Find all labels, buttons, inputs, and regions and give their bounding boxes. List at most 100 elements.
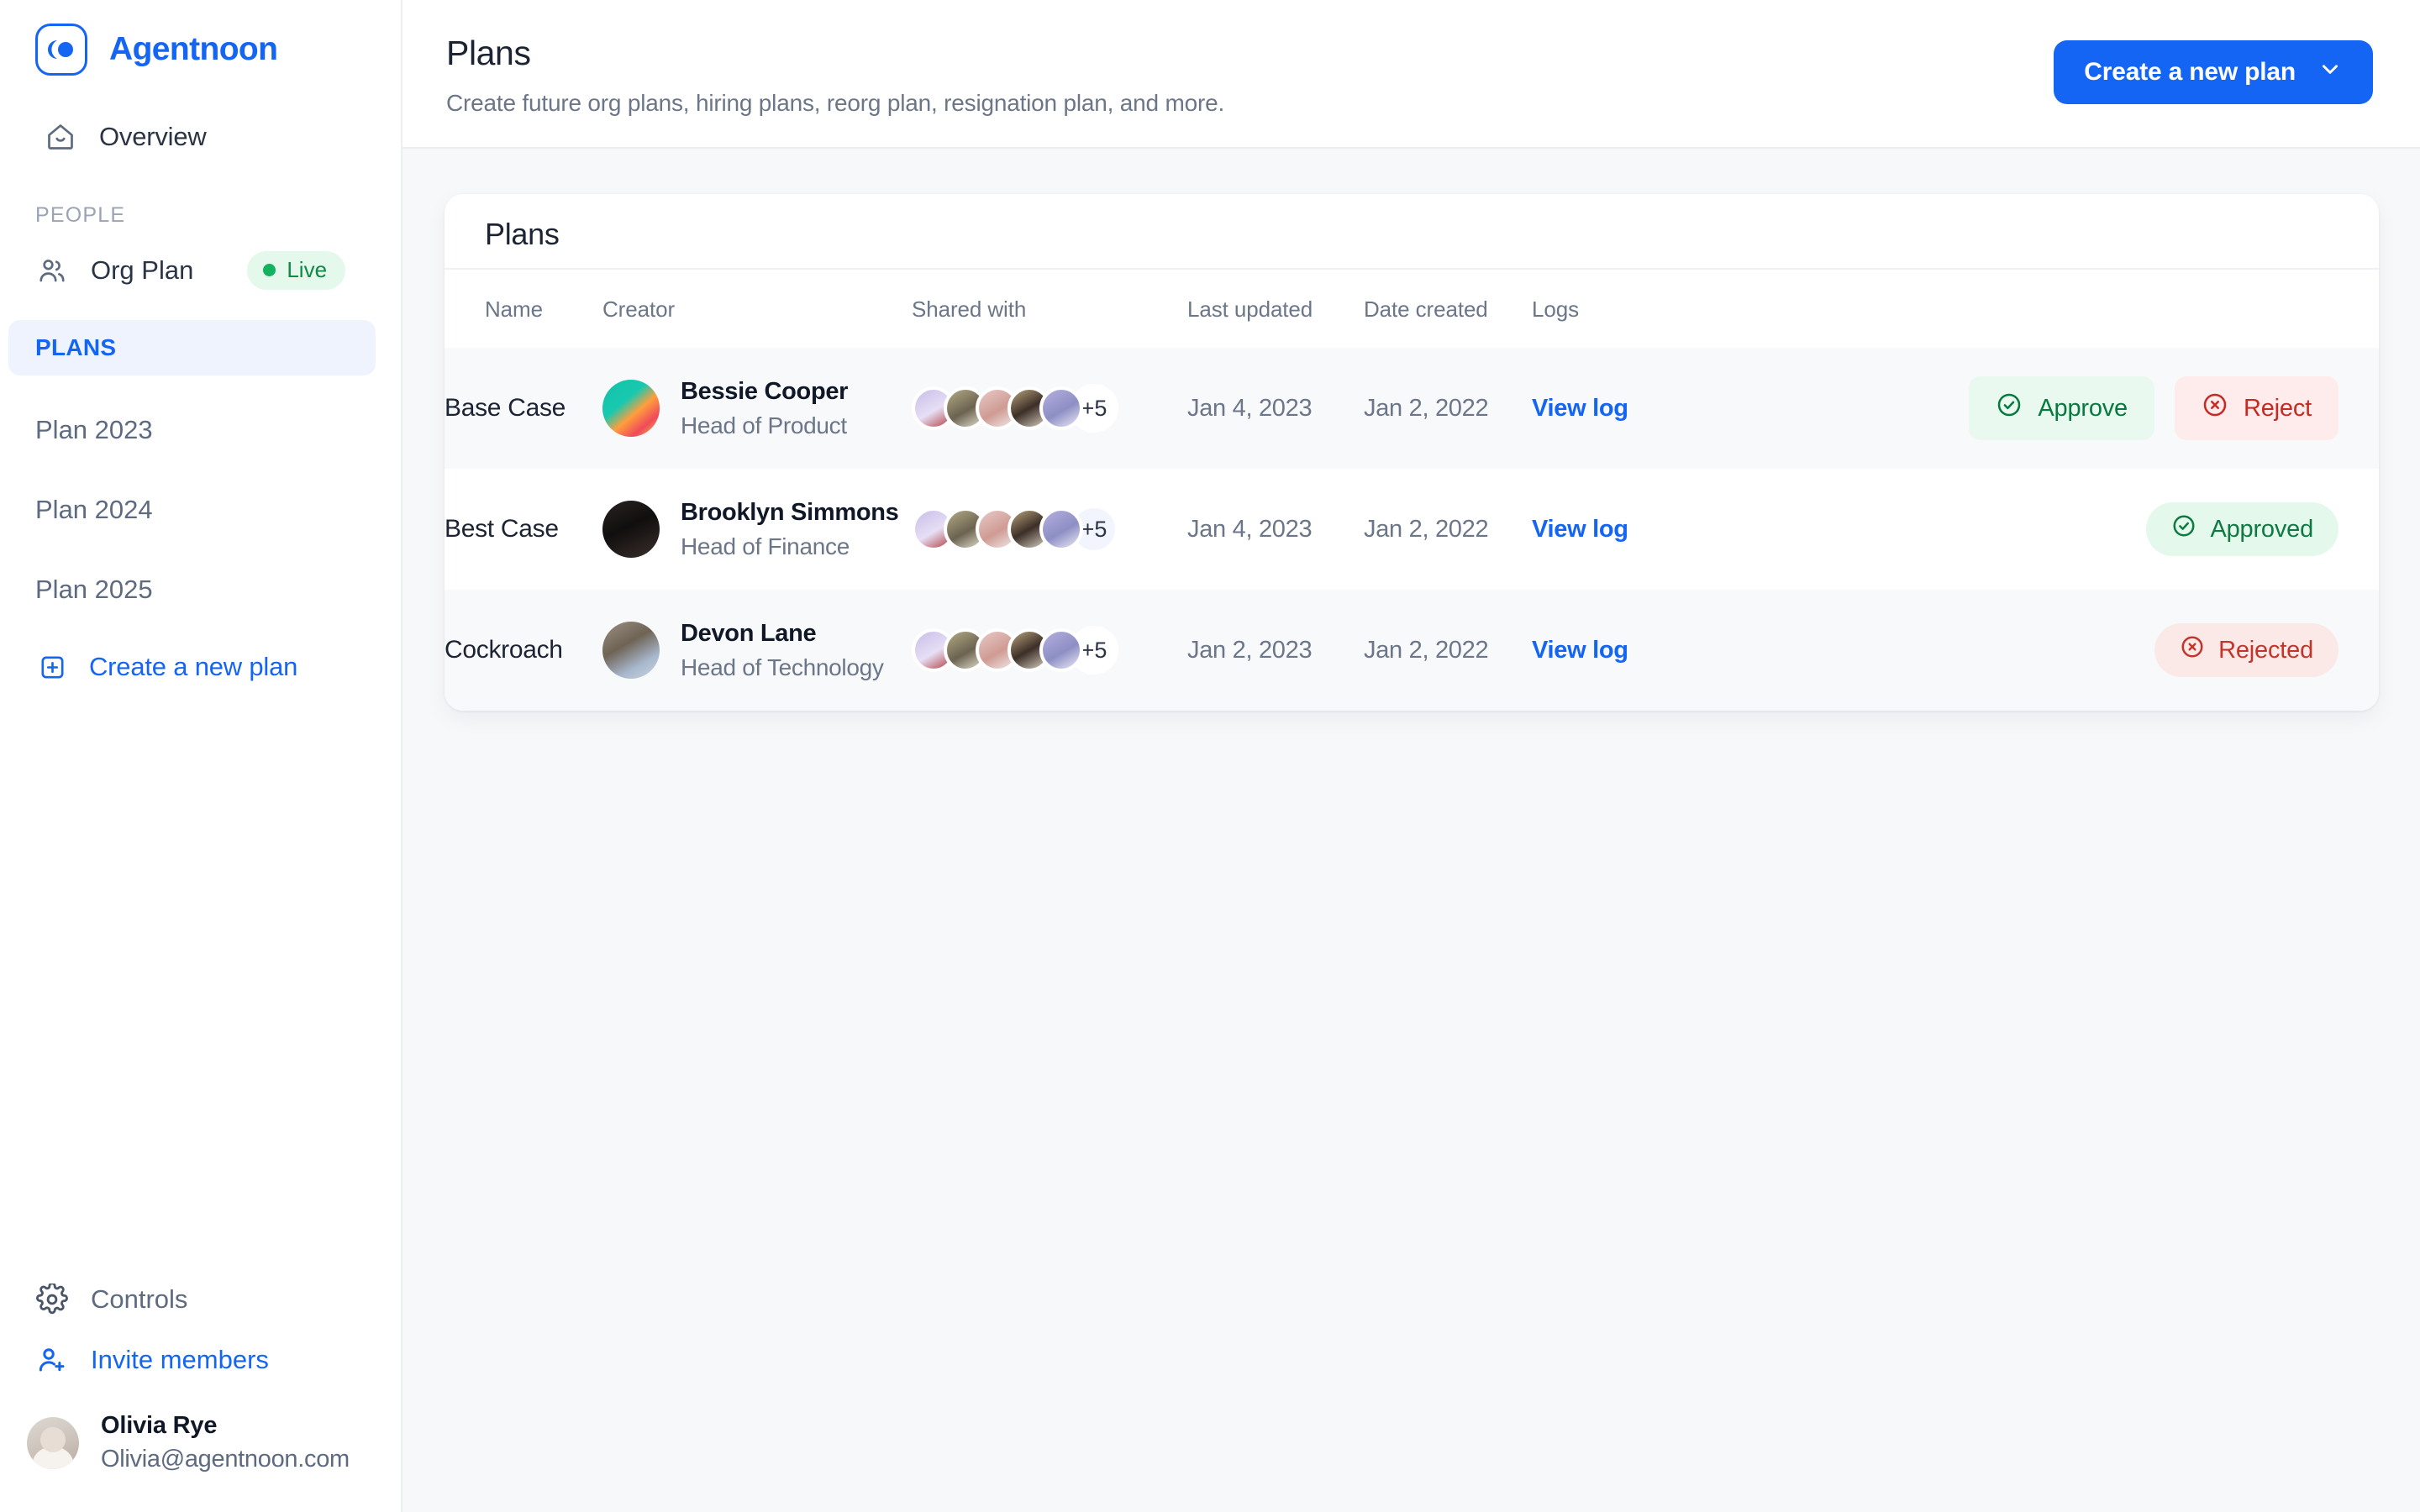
sidebar-item-controls[interactable]: Controls (0, 1269, 401, 1330)
plans-card-title: Plans (485, 217, 560, 251)
sidebar-item-org-plan-label: Org Plan (91, 255, 194, 285)
page-title: Plans (446, 34, 531, 72)
cell-last-updated: Jan 4, 2023 (1187, 515, 1313, 543)
profile-name: Olivia Rye (101, 1412, 218, 1439)
sidebar-item-org-plan[interactable]: Org Plan Live (0, 239, 401, 302)
table-row[interactable]: Base Case Bessie Cooper Head of Product (445, 348, 2379, 469)
sidebar-item-plan-2023-label: Plan 2023 (35, 415, 153, 444)
x-circle-icon (2180, 634, 2205, 666)
cell-logs: View log (1532, 590, 1742, 711)
view-log-link[interactable]: View log (1532, 516, 1628, 543)
sidebar-create-plan-link[interactable]: Create a new plan (0, 650, 401, 684)
col-header-shared-with: Shared with (912, 297, 1027, 322)
plus-square-icon (35, 650, 69, 684)
gear-icon (35, 1283, 69, 1316)
sidebar-item-overview[interactable]: Overview (8, 106, 374, 168)
live-badge-label: Live (287, 257, 328, 282)
main-content: Plans Create future org plans, hiring pl… (402, 0, 2420, 1512)
sidebar-item-plan-2024-label: Plan 2024 (35, 495, 153, 524)
plans-card: Plans Name Creator Shared with Last upda… (445, 194, 2379, 711)
create-new-plan-button[interactable]: Create a new plan (2054, 40, 2373, 104)
cell-date-created: Jan 2, 2022 (1364, 394, 1489, 422)
cell-last-updated: Jan 4, 2023 (1187, 394, 1313, 422)
col-header-last-updated: Last updated (1187, 297, 1313, 322)
cell-creator: Devon Lane Head of Technology (602, 590, 912, 711)
creator-role: Head of Technology (681, 654, 884, 680)
sidebar: Agentnoon Overview PEOPLE Org Plan Live … (0, 0, 402, 1512)
avatar-stack[interactable]: +5 (912, 505, 1187, 554)
sidebar-section-people: PEOPLE (35, 203, 126, 227)
x-circle-icon (2202, 391, 2228, 425)
cell-shared-with: +5 (912, 590, 1187, 711)
app-root: Agentnoon Overview PEOPLE Org Plan Live … (0, 0, 2420, 1512)
col-header-name: Name (485, 297, 543, 322)
cell-logs: View log (1532, 348, 1742, 469)
sidebar-item-overview-label: Overview (99, 122, 207, 151)
creator-name: Devon Lane (681, 619, 817, 647)
cell-shared-with: +5 (912, 348, 1187, 469)
profile-email: Olivia@agentnoon.com (101, 1446, 350, 1473)
brand-name: Agentnoon (109, 31, 278, 67)
cell-creator: Brooklyn Simmons Head of Finance (602, 469, 912, 590)
content-area: Plans Name Creator Shared with Last upda… (402, 149, 2420, 1512)
avatar (27, 1416, 79, 1469)
page-header: Plans Create future org plans, hiring pl… (402, 0, 2420, 149)
sidebar-item-plan-2023[interactable]: Plan 2023 (0, 405, 401, 455)
creator-role: Head of Product (681, 412, 847, 438)
cell-date-created: Jan 2, 2022 (1364, 515, 1489, 543)
col-header-date-created: Date created (1364, 297, 1488, 322)
col-header-actions (1742, 270, 2379, 348)
nav-top: Overview (0, 106, 401, 168)
avatar (602, 622, 660, 679)
status-badge-label: Rejected (2218, 636, 2313, 664)
avatar (602, 380, 660, 437)
view-log-link[interactable]: View log (1532, 395, 1628, 422)
check-circle-icon (2171, 513, 2196, 545)
cell-plan-name: Base Case (445, 394, 566, 422)
plans-card-header: Plans (445, 194, 2379, 270)
reject-button-label: Reject (2244, 394, 2312, 422)
cell-plan-name: Best Case (445, 515, 559, 543)
cell-date-created: Jan 2, 2022 (1364, 636, 1489, 664)
plans-table: Name Creator Shared with Last updated Da… (445, 270, 2379, 711)
avatar-stack[interactable]: +5 (912, 626, 1187, 675)
create-new-plan-button-label: Create a new plan (2084, 58, 2296, 86)
cell-last-updated: Jan 2, 2023 (1187, 636, 1313, 664)
status-badge-approved: Approved (2146, 502, 2338, 556)
user-plus-icon (35, 1343, 69, 1377)
sidebar-item-plans[interactable]: PLANS (8, 320, 376, 375)
table-row[interactable]: Best Case Brooklyn Simmons Head of Finan… (445, 469, 2379, 590)
table-row[interactable]: Cockroach Devon Lane Head of Technology (445, 590, 2379, 711)
creator-name: Brooklyn Simmons (681, 498, 899, 526)
page-header-text: Plans Create future org plans, hiring pl… (446, 34, 1224, 117)
status-badge-live: Live (247, 251, 346, 290)
check-circle-icon (1996, 391, 2023, 425)
avatar (602, 501, 660, 558)
live-dot-icon (263, 264, 276, 276)
sidebar-item-plans-label: PLANS (35, 334, 117, 360)
col-header-creator: Creator (602, 297, 675, 322)
status-badge-rejected: Rejected (2154, 623, 2338, 677)
reject-button[interactable]: Reject (2175, 376, 2338, 440)
sidebar-item-plan-2025-label: Plan 2025 (35, 575, 153, 604)
brand[interactable]: Agentnoon (0, 0, 401, 76)
cell-plan-name: Cockroach (445, 636, 563, 664)
sidebar-profile[interactable]: Olivia Rye Olivia@agentnoon.com (0, 1390, 401, 1512)
sidebar-item-plan-2025[interactable]: Plan 2025 (0, 564, 401, 615)
sidebar-item-invite-members[interactable]: Invite members (0, 1330, 401, 1390)
avatar (1039, 386, 1083, 430)
sidebar-item-plan-2024[interactable]: Plan 2024 (0, 485, 401, 535)
creator-role: Head of Finance (681, 533, 850, 559)
approve-button[interactable]: Approve (1969, 376, 2154, 440)
cell-actions: Approve Reject (1742, 348, 2379, 469)
chevron-down-icon (2317, 56, 2343, 88)
page-subtitle: Create future org plans, hiring plans, r… (446, 90, 1225, 116)
avatar-stack[interactable]: +5 (912, 384, 1187, 433)
view-log-link[interactable]: View log (1532, 637, 1628, 664)
users-icon (35, 254, 69, 287)
avatar (1039, 507, 1083, 551)
cell-shared-with: +5 (912, 469, 1187, 590)
agentnoon-logo-icon (35, 24, 87, 76)
cell-actions: Rejected (1742, 590, 2379, 711)
